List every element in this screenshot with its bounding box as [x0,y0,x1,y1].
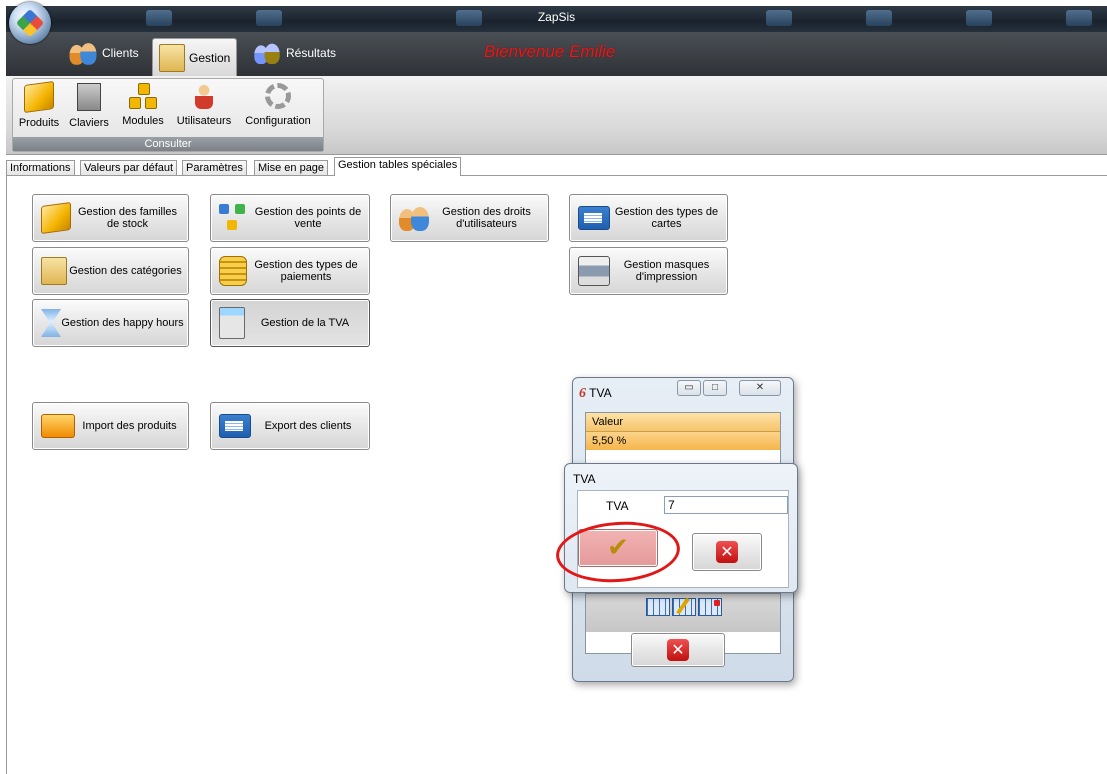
export-clients-button[interactable]: Export des clients [210,402,370,450]
ribbon-tab-label: Clients [102,46,139,60]
tab-valeurs-par-defaut[interactable]: Valeurs par défaut [80,160,178,176]
ribbon-panel: Produits Claviers Modules Utilisateurs C… [6,76,1107,155]
grid-row[interactable]: 5,50 % [586,432,780,450]
gestion-happy-hours-button[interactable]: Gestion des happy hours [32,299,189,347]
gestion-masques-impression-button[interactable]: Gestion masques d'impression [569,247,728,295]
modules-label: Modules [122,115,164,127]
minimize-button[interactable]: ▭ [677,380,701,396]
tva-input[interactable] [664,496,788,514]
gestion-tva-button[interactable]: Gestion de la TVA [210,299,370,347]
ribbon-tab-resultats[interactable]: Résultats [246,37,342,69]
produits-label: Produits [18,117,60,129]
ribbon-tab-clients[interactable]: Clients [62,37,145,69]
produits-button[interactable]: Produits [15,80,63,129]
gestion-familles-button[interactable]: Gestion des familles de stock [32,194,189,242]
configuration-button[interactable]: Configuration [237,83,319,127]
tab-informations[interactable]: Informations [6,160,75,176]
button-label: Gestion de la TVA [260,317,350,329]
button-label: Import des produits [82,420,177,432]
button-label: Gestion des points de vente [254,206,362,230]
tva-field-label: TVA [606,499,629,513]
gestion-droits-button[interactable]: Gestion des droits d'utilisateurs [390,194,549,242]
tab-mise-en-page[interactable]: Mise en page [254,160,329,176]
user-icon [195,83,213,109]
button-label: Gestion des types de paiements [254,259,358,283]
tva-window-icon: 6 [579,386,586,401]
grid-cell: 5,50 % [592,435,627,447]
button-label: Gestion des happy hours [61,317,184,329]
claviers-button[interactable]: Claviers [65,83,113,129]
button-label: Gestion des types de cartes [614,206,719,230]
ribbon-group-consulter: Produits Claviers Modules Utilisateurs C… [12,78,324,152]
ribbon-tab-label: Gestion [189,51,231,65]
cancel-button[interactable]: ✕ [692,533,762,571]
card-icon [219,414,251,438]
gear-icon [265,83,291,109]
box-icon [41,201,71,235]
ribbon-group-label: Consulter [13,137,323,151]
gestion-icon [159,44,185,72]
grid-edit-buttons [646,597,722,616]
gestion-points-vente-button[interactable]: Gestion des points de vente [210,194,370,242]
button-label: Gestion des catégories [69,265,182,277]
modules-icon [129,83,157,109]
app-title: ZapSis [537,10,576,24]
ribbon-tab-gestion[interactable]: Gestion [152,38,238,77]
maximize-button[interactable]: □ [703,380,727,396]
ribbon-tab-label: Résultats [286,46,337,60]
modules-button[interactable]: Modules [115,83,171,127]
coins-icon [219,256,247,286]
box-icon [24,80,54,114]
hourglass-icon [41,309,61,337]
tva-dialog-title: TVA [573,472,596,486]
import-icon [41,414,75,438]
tab-divider [6,175,1107,176]
configuration-label: Configuration [245,115,311,127]
clients-icon [69,41,97,65]
button-label: Export des clients [264,420,352,432]
tva-window-title-text: TVA [589,386,612,400]
keyboard-icon [77,83,101,111]
delete-row-icon[interactable] [698,598,722,616]
close-button[interactable]: ✕ [739,380,781,396]
tva-window-title: 6 TVA [579,386,612,402]
grid-header-valeur[interactable]: Valeur [586,413,780,432]
import-produits-button[interactable]: Import des produits [32,402,189,450]
utilisateurs-label: Utilisateurs [176,115,232,127]
gestion-types-paiements-button[interactable]: Gestion des types de paiements [210,247,370,295]
folder-icon [41,257,67,285]
close-icon: ✕ [716,541,738,563]
welcome-message: Bienvenue Emilie [484,42,616,61]
users-icon [399,205,429,231]
tab-gestion-tables-speciales[interactable]: Gestion tables spéciales [334,157,462,176]
title-bar: ZapSis [6,6,1107,32]
calculator-icon [219,307,245,339]
edit-row-icon[interactable] [672,597,696,616]
gestion-categories-button[interactable]: Gestion des catégories [32,247,189,295]
gestion-types-cartes-button[interactable]: Gestion des types de cartes [569,194,728,242]
add-row-icon[interactable] [646,598,670,616]
network-nodes-icon [219,204,251,232]
content-border [6,175,7,774]
utilisateurs-button[interactable]: Utilisateurs [173,83,235,127]
close-icon: ✕ [667,639,689,661]
app-menu-orb[interactable] [9,2,51,44]
close-window-button[interactable]: ✕ [631,633,725,667]
claviers-label: Claviers [69,117,109,129]
grid-toolbar [586,593,780,632]
app-logo-icon [15,8,45,38]
resultats-icon [254,42,280,65]
card-icon [578,206,610,230]
button-label: Gestion des droits d'utilisateurs [442,206,531,230]
button-label: Gestion masques d'impression [623,259,710,283]
button-label: Gestion des familles de stock [77,206,178,230]
printer-icon [578,256,610,286]
tab-parametres[interactable]: Paramètres [182,160,247,176]
